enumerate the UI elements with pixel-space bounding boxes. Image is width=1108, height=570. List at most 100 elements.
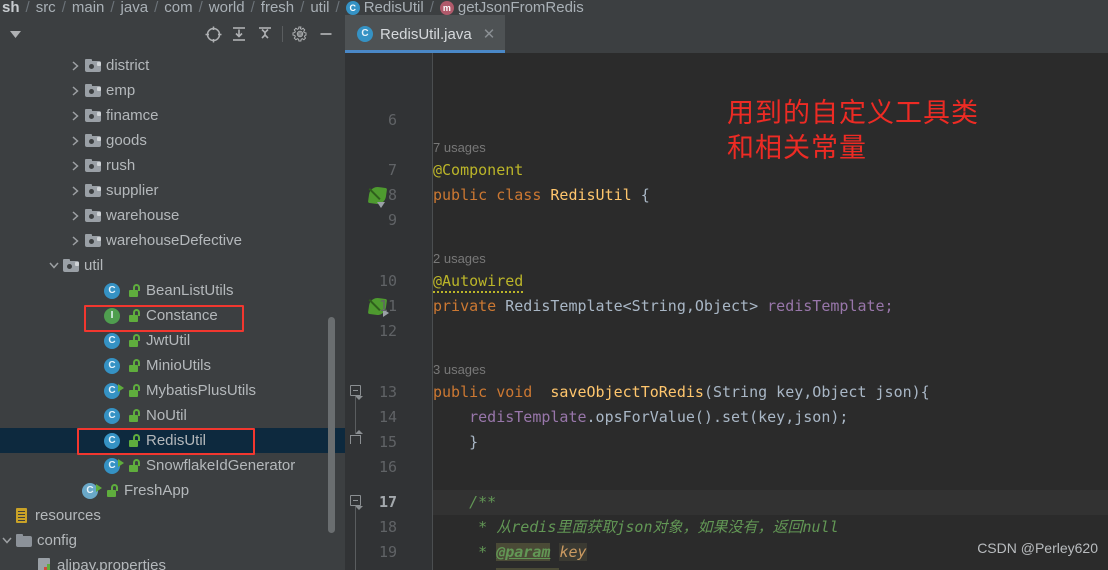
tree-item-alipay-properties[interactable]: alipay.properties xyxy=(0,553,345,570)
tree-item-mybatisplusutils[interactable]: MybatisPlusUtils xyxy=(0,378,345,403)
code-line[interactable]: public class RedisUtil { xyxy=(433,183,1108,208)
tree-item-snowflakeidgenerator[interactable]: SnowflakeIdGenerator xyxy=(0,453,345,478)
tree-item-label: MybatisPlusUtils xyxy=(146,382,257,399)
breadcrumb-item-main[interactable]: main xyxy=(72,0,105,15)
line-number: 8 xyxy=(387,186,397,204)
line-number: 16 xyxy=(378,458,397,476)
tree-item-constance[interactable]: Constance xyxy=(0,303,345,328)
collapse-all-icon[interactable] xyxy=(252,21,278,47)
tree-item-warehouse[interactable]: warehouse xyxy=(0,203,345,228)
breadcrumb-item-util[interactable]: util xyxy=(310,0,329,15)
code-line[interactable]: @Autowired xyxy=(433,269,1108,294)
tree-item-label: NoUtil xyxy=(146,407,187,424)
breadcrumb-item-sh[interactable]: sh xyxy=(2,0,20,15)
expand-arrow-icon[interactable] xyxy=(69,109,82,122)
breadcrumb-item-fresh[interactable]: fresh xyxy=(261,0,294,15)
expand-arrow-icon[interactable] xyxy=(69,159,82,172)
expand-arrow-icon[interactable] xyxy=(69,84,82,97)
tree-item-supplier[interactable]: supplier xyxy=(0,178,345,203)
usage-hint[interactable]: 2 usages xyxy=(433,249,486,269)
line-number: 20 xyxy=(345,565,397,570)
code-line[interactable] xyxy=(433,208,1108,233)
line-number: 13 xyxy=(378,383,397,401)
expand-all-icon[interactable] xyxy=(226,21,252,47)
breadcrumb-item-com[interactable]: com xyxy=(164,0,192,15)
code-token: class xyxy=(496,186,551,204)
package-icon xyxy=(85,209,101,222)
code-editor[interactable]: 7 usages 2 usages 3 usages 6 7 @Component 8 pub… xyxy=(345,53,1108,570)
tree-item-label: supplier xyxy=(106,182,159,199)
tree-item-finamce[interactable]: finamce xyxy=(0,103,345,128)
code-token: saveObjectToRedis xyxy=(541,383,704,401)
tree-item-resources[interactable]: resources xyxy=(0,503,345,528)
breadcrumb-item-getjsonfromredis[interactable]: getJsonFromRedis xyxy=(458,0,584,15)
code-token: * xyxy=(433,543,497,561)
expand-arrow-icon[interactable] xyxy=(69,209,82,222)
tree-scrollbar[interactable] xyxy=(328,317,335,533)
collapse-arrow-icon[interactable] xyxy=(0,534,13,547)
code-token: public xyxy=(433,383,497,401)
code-line[interactable]: /** xyxy=(433,490,1108,515)
tree-item-util[interactable]: util xyxy=(0,253,345,278)
tree-item-label: MinioUtils xyxy=(146,357,212,374)
tree-item-district[interactable]: district xyxy=(0,53,345,78)
tree-item-minioutils[interactable]: MinioUtils xyxy=(0,353,345,378)
usage-hint[interactable]: 3 usages xyxy=(433,360,486,380)
tree-item-noutil[interactable]: NoUtil xyxy=(0,403,345,428)
tree-item-rush[interactable]: rush xyxy=(0,153,345,178)
tree-item-config[interactable]: config xyxy=(0,528,345,553)
settings-gear-icon[interactable] xyxy=(287,21,313,47)
code-line[interactable]: * @return xyxy=(433,565,1108,570)
close-icon[interactable]: ✕ xyxy=(483,25,496,43)
breadcrumb-item-java[interactable]: java xyxy=(121,0,149,15)
class-icon xyxy=(104,332,120,349)
spring-application-icon xyxy=(82,482,102,499)
usage-hint[interactable]: 7 usages xyxy=(433,138,486,158)
collapse-arrow-icon[interactable] xyxy=(47,259,60,272)
tree-item-beanlistutils[interactable]: BeanListUtils xyxy=(0,278,345,303)
code-line[interactable] xyxy=(433,455,1108,480)
code-line[interactable]: } xyxy=(433,430,1108,455)
breadcrumb[interactable]: sh / src / main / java / com / world / f… xyxy=(0,0,1108,15)
tree-item-label: Constance xyxy=(146,307,218,324)
tree-item-emp[interactable]: emp xyxy=(0,78,345,103)
expand-arrow-icon[interactable] xyxy=(69,134,82,147)
package-icon xyxy=(85,84,101,97)
method-icon xyxy=(439,1,454,15)
project-tree[interactable]: district emp finamce goods rush supplier wareh… xyxy=(0,53,345,570)
tree-item-label: district xyxy=(106,57,150,74)
breadcrumb-item-world[interactable]: world xyxy=(209,0,245,15)
unlock-icon xyxy=(129,334,140,347)
code-line[interactable]: public void saveObjectToRedis(String key… xyxy=(433,380,1108,405)
code-line[interactable]: redisTemplate.opsForValue().set(key,json… xyxy=(433,405,1108,430)
breadcrumb-item-src[interactable]: src xyxy=(36,0,56,15)
tab-redisutil-java[interactable]: RedisUtil.java ✕ xyxy=(345,15,506,53)
code-token: public xyxy=(433,186,497,204)
select-opened-file-icon[interactable] xyxy=(200,21,226,47)
unlock-icon xyxy=(129,434,140,447)
class-icon xyxy=(104,282,120,299)
tree-item-label: goods xyxy=(106,132,147,149)
code-line[interactable]: private RedisTemplate<String,Object> red… xyxy=(433,294,1108,319)
hide-icon[interactable] xyxy=(313,21,339,47)
code-line[interactable]: * 从redis里面获取json对象，如果没有，返回null xyxy=(433,515,1108,540)
expand-arrow-icon[interactable] xyxy=(69,59,82,72)
tree-item-label: config xyxy=(37,532,78,549)
code-line[interactable] xyxy=(433,319,1108,344)
code-token: } xyxy=(433,433,479,451)
expand-arrow-icon[interactable] xyxy=(69,234,82,247)
breadcrumb-item-redisutil[interactable]: RedisUtil xyxy=(364,0,424,15)
project-view-dropdown-icon[interactable] xyxy=(4,23,26,45)
runnable-class-icon xyxy=(104,382,124,399)
code-fold-rail[interactable] xyxy=(413,53,433,570)
tab-label: RedisUtil.java xyxy=(380,25,472,43)
expand-arrow-icon[interactable] xyxy=(69,184,82,197)
tree-item-goods[interactable]: goods xyxy=(0,128,345,153)
tree-item-redisutil[interactable]: RedisUtil xyxy=(0,428,345,453)
tree-item-jwtutil[interactable]: JwtUtil xyxy=(0,328,345,353)
tree-item-warehousedefective[interactable]: warehouseDefective xyxy=(0,228,345,253)
toolbar-divider xyxy=(282,26,283,42)
tree-item-freshapp[interactable]: FreshApp xyxy=(0,478,345,503)
class-icon xyxy=(345,1,360,15)
line-number: 18 xyxy=(378,518,397,536)
